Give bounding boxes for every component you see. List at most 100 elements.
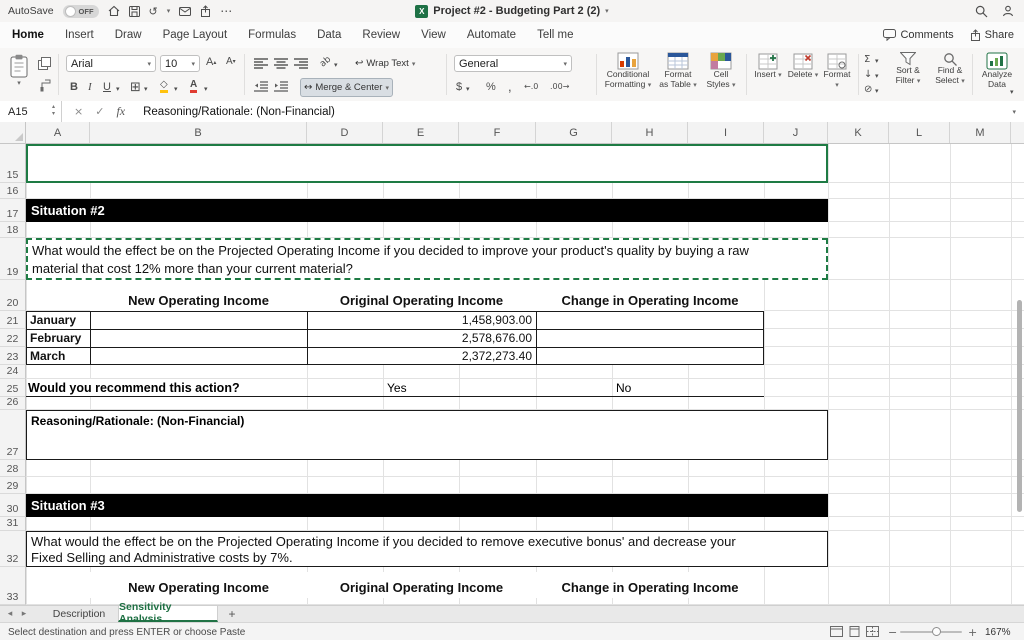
page-layout-view-icon[interactable] bbox=[848, 626, 861, 637]
column-header-h[interactable]: H bbox=[612, 122, 688, 143]
ribbon-tab-page-layout[interactable]: Page Layout bbox=[163, 29, 228, 41]
wrap-text-button[interactable]: ↩Wrap Text▾ bbox=[352, 54, 418, 73]
row-header-19[interactable]: 19 bbox=[0, 238, 26, 280]
normal-view-icon[interactable] bbox=[830, 626, 843, 637]
row-header-15[interactable]: 15 bbox=[0, 144, 26, 183]
insert-function-icon[interactable]: fx bbox=[116, 104, 125, 119]
borders-chevron-icon[interactable]: ▾ bbox=[144, 85, 148, 93]
document-title[interactable]: Project #2 - Budgeting Part 2 (2) bbox=[433, 5, 600, 17]
header-change-operating-income[interactable]: Change in Operating Income bbox=[536, 280, 764, 311]
sort-filter-button[interactable]: Sort &Filter ▾ bbox=[888, 52, 928, 86]
row-header-31[interactable]: 31 bbox=[0, 517, 26, 531]
header-new-operating-income-2[interactable]: New Operating Income bbox=[90, 572, 307, 598]
situation3-banner-cell[interactable]: Situation #3 bbox=[26, 494, 828, 517]
find-select-button[interactable]: Find &Select ▾ bbox=[930, 52, 970, 86]
clear-button[interactable]: ⊘ bbox=[864, 84, 872, 95]
add-sheet-button[interactable]: + bbox=[224, 606, 240, 622]
cell-change-income[interactable] bbox=[537, 312, 763, 329]
more-icon[interactable]: ⋯ bbox=[220, 3, 232, 19]
align-right-icon[interactable] bbox=[294, 58, 308, 69]
underline-button[interactable]: U bbox=[103, 81, 111, 93]
number-format-select[interactable]: General▾ bbox=[454, 55, 572, 72]
mail-icon[interactable] bbox=[179, 3, 191, 19]
row-header-17[interactable]: 17 bbox=[0, 199, 26, 222]
save-icon[interactable] bbox=[129, 3, 140, 19]
underline-chevron-icon[interactable]: ▾ bbox=[116, 85, 120, 93]
row-header-29[interactable]: 29 bbox=[0, 477, 26, 494]
paste-button[interactable]: ▾ bbox=[10, 54, 28, 87]
column-header-e[interactable]: E bbox=[383, 122, 459, 143]
borders-button[interactable]: ⊞ bbox=[130, 80, 141, 95]
fill-color-button[interactable]: ◇ bbox=[160, 80, 168, 93]
undo-chevron-icon[interactable]: ▾ bbox=[167, 3, 171, 19]
row-header-32[interactable]: 32 bbox=[0, 531, 26, 567]
ribbon-tab-draw[interactable]: Draw bbox=[115, 29, 142, 41]
recommend-yes-cell[interactable]: Yes bbox=[387, 379, 437, 396]
zoom-in-icon[interactable]: + bbox=[968, 626, 977, 639]
cell-month[interactable]: January bbox=[27, 312, 91, 329]
row-header-20[interactable]: 20 bbox=[0, 280, 26, 311]
undo-icon[interactable]: ↺ bbox=[149, 3, 158, 19]
cell-change-income[interactable] bbox=[537, 330, 763, 347]
shrink-font-button[interactable]: A▾ bbox=[226, 56, 236, 67]
select-all-corner[interactable] bbox=[0, 122, 26, 143]
ribbon-tab-data[interactable]: Data bbox=[317, 29, 341, 41]
cell-original-income[interactable]: 2,578,676.00 bbox=[308, 330, 537, 347]
zoom-slider-thumb[interactable] bbox=[932, 627, 941, 636]
percent-button[interactable]: % bbox=[486, 81, 496, 93]
cell-styles-button[interactable]: CellStyles ▾ bbox=[702, 52, 740, 90]
collapse-ribbon-icon[interactable]: ▾ bbox=[1010, 88, 1014, 96]
column-header-l[interactable]: L bbox=[889, 122, 950, 143]
row-header-25[interactable]: 25 bbox=[0, 379, 26, 397]
row-header-16[interactable]: 16 bbox=[0, 183, 26, 199]
decrease-decimal-button[interactable]: ←.0 bbox=[524, 82, 538, 91]
header-new-operating-income[interactable]: New Operating Income bbox=[90, 280, 307, 311]
format-painter-icon[interactable] bbox=[38, 79, 51, 92]
column-header-d[interactable]: D bbox=[307, 122, 383, 143]
situation2-question-cell[interactable]: What would the effect be on the Projecte… bbox=[26, 238, 828, 280]
title-chevron-icon[interactable]: ▾ bbox=[605, 7, 609, 15]
format-as-table-button[interactable]: Formatas Table ▾ bbox=[656, 52, 700, 90]
zoom-out-icon[interactable]: − bbox=[888, 626, 897, 639]
sheet-tab-description[interactable]: Description bbox=[40, 606, 118, 622]
column-header-b[interactable]: B bbox=[90, 122, 307, 143]
row-header-33[interactable]: 33 bbox=[0, 567, 26, 605]
currency-chevron-icon[interactable]: ▾ bbox=[466, 85, 470, 93]
cell-new-income[interactable] bbox=[91, 312, 308, 329]
increase-decimal-button[interactable]: .00→ bbox=[550, 82, 569, 91]
ribbon-tab-tell-me[interactable]: Tell me bbox=[537, 29, 573, 41]
ribbon-tab-view[interactable]: View bbox=[421, 29, 446, 41]
selected-cell-a15[interactable] bbox=[26, 144, 828, 183]
insert-cells-button[interactable]: Insert ▾ bbox=[752, 53, 784, 81]
confirm-entry-icon[interactable]: ✓ bbox=[95, 105, 104, 118]
name-box-stepper[interactable]: ▴▾ bbox=[52, 103, 55, 117]
autosum-button[interactable]: Σ bbox=[864, 54, 870, 65]
row-header-27[interactable]: 27 bbox=[0, 410, 26, 460]
column-header-j[interactable]: J bbox=[764, 122, 828, 143]
situation2-banner-cell[interactable]: Situation #2 bbox=[26, 199, 828, 222]
ribbon-tab-formulas[interactable]: Formulas bbox=[248, 29, 296, 41]
cell-new-income[interactable] bbox=[91, 330, 308, 347]
font-color-button[interactable]: A bbox=[190, 80, 197, 93]
row-header-28[interactable]: 28 bbox=[0, 460, 26, 477]
comma-style-button[interactable]: , bbox=[508, 79, 512, 94]
home-icon[interactable] bbox=[108, 3, 120, 19]
header-change-operating-income-2[interactable]: Change in Operating Income bbox=[536, 572, 764, 598]
ribbon-tab-automate[interactable]: Automate bbox=[467, 29, 516, 41]
italic-button[interactable]: I bbox=[88, 81, 92, 93]
font-color-chevron-icon[interactable]: ▾ bbox=[204, 85, 208, 93]
font-size-select[interactable]: 10▾ bbox=[160, 55, 200, 72]
column-header-f[interactable]: F bbox=[459, 122, 536, 143]
cell-new-income[interactable] bbox=[91, 348, 308, 365]
bold-button[interactable]: B bbox=[70, 81, 78, 93]
name-box[interactable]: A15 ▴▾ bbox=[0, 101, 62, 122]
row-header-22[interactable]: 22 bbox=[0, 329, 26, 347]
grow-font-button[interactable]: A▴ bbox=[206, 56, 216, 68]
fill-button[interactable]: ↓ bbox=[864, 69, 872, 80]
font-name-select[interactable]: Arial▾ bbox=[66, 55, 156, 72]
cancel-entry-icon[interactable]: × bbox=[74, 105, 83, 118]
row-header-26[interactable]: 26 bbox=[0, 397, 26, 410]
row-header-24[interactable]: 24 bbox=[0, 365, 26, 379]
zoom-level[interactable]: 167% bbox=[985, 627, 1011, 638]
ribbon-tab-review[interactable]: Review bbox=[362, 29, 400, 41]
